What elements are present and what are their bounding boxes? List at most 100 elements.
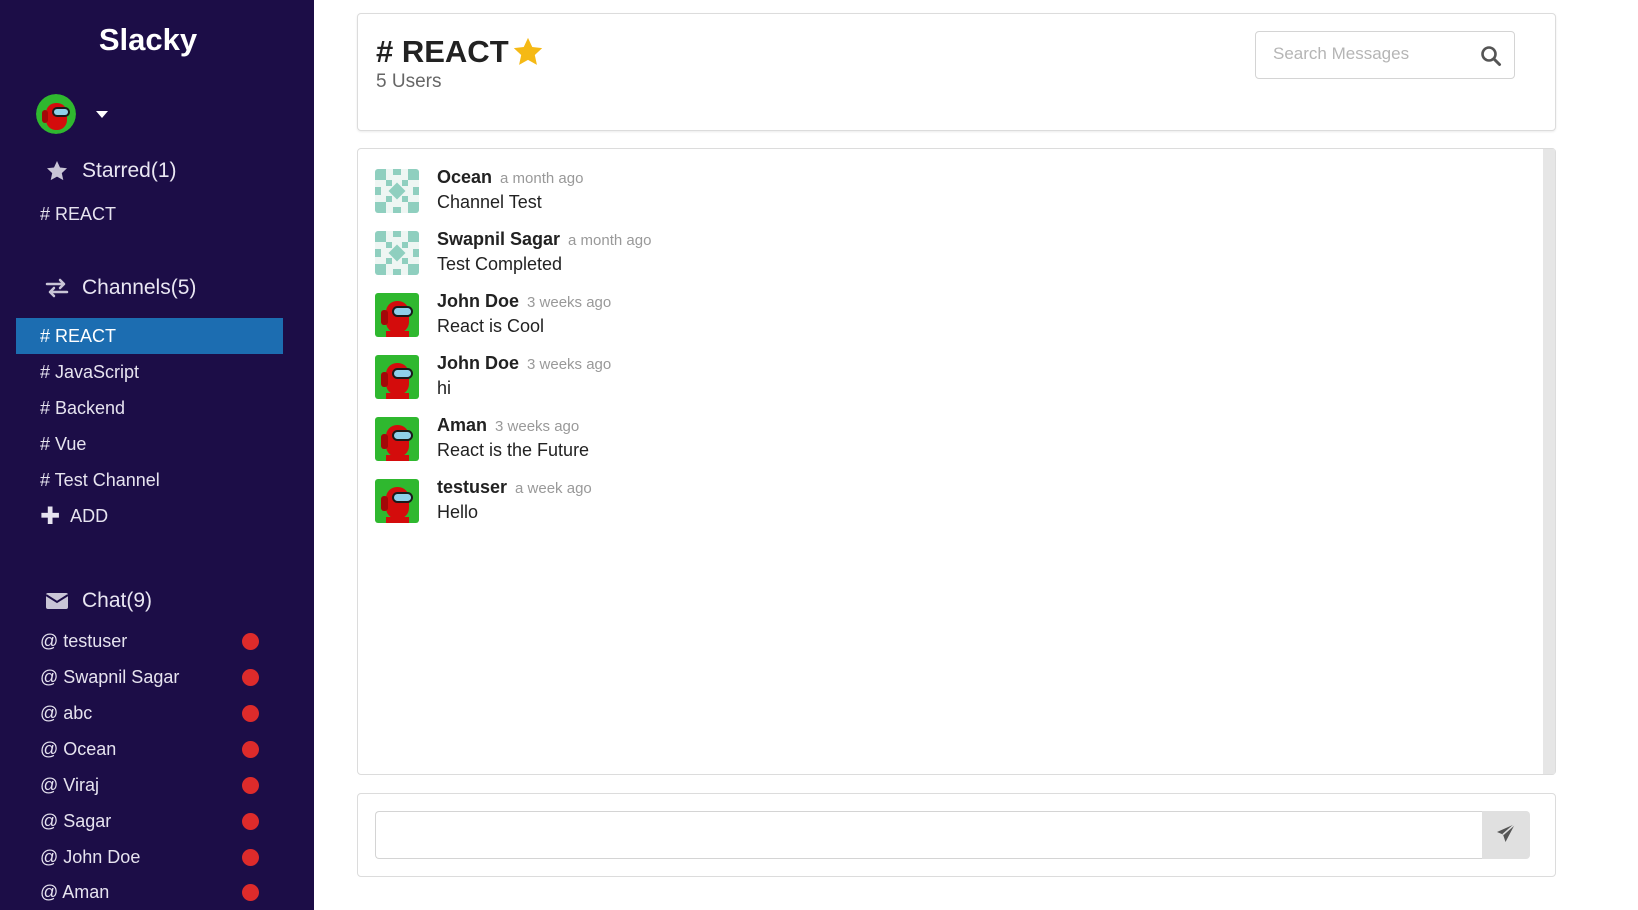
chat-item-swapnil-sagar[interactable]: @ Swapnil Sagar — [16, 659, 283, 695]
message-time: 3 weeks ago — [527, 294, 612, 311]
message-item: testuser a week ago Hello — [375, 477, 592, 523]
starred-label: Starred(1) — [82, 159, 177, 182]
envelope-icon — [44, 589, 70, 613]
search-input[interactable] — [1273, 44, 1473, 64]
message-meta: testuser a week ago — [437, 477, 592, 498]
message-text: Hello — [437, 502, 479, 522]
message-author: Aman — [437, 415, 488, 435]
chat-item-sagar[interactable]: @ Sagar — [16, 803, 283, 839]
identicon-avatar — [375, 169, 419, 213]
channel-item-test-channel[interactable]: # Test Channel — [16, 462, 283, 498]
chat-label: Chat(9) — [82, 589, 153, 612]
channels-header: Channels(5) — [44, 276, 196, 300]
messages-scrollbar[interactable] — [1543, 149, 1555, 774]
add-channel-button[interactable]: ✚ ADD — [40, 498, 108, 534]
search-icon[interactable] — [1480, 45, 1502, 67]
message-time: a week ago — [515, 480, 592, 497]
message-meta: John Doe 3 weeks ago — [437, 291, 611, 312]
message-item: John Doe 3 weeks ago hi — [375, 353, 611, 399]
message-body: Swapnil Sagar a month ago Test Completed — [437, 229, 651, 275]
message-meta: Aman 3 weeks ago — [437, 415, 589, 436]
unread-dot — [242, 777, 259, 794]
user-avatar[interactable] — [36, 94, 76, 134]
add-channel-label: ADD — [70, 505, 109, 526]
message-item: Ocean a month ago Channel Test — [375, 167, 583, 213]
user-count: 5 Users — [376, 71, 442, 92]
unread-dot — [242, 741, 259, 758]
crewmate-avatar — [375, 355, 419, 399]
user-menu[interactable] — [36, 94, 108, 134]
message-text: Test Completed — [437, 254, 563, 274]
chat-item-label: @ abc — [40, 703, 93, 723]
message-text: hi — [437, 378, 452, 398]
chat-item-label: @ testuser — [40, 631, 128, 651]
message-item: John Doe 3 weeks ago React is Cool — [375, 291, 611, 337]
app-brand: Slacky — [98, 22, 198, 57]
message-meta: Ocean a month ago — [437, 167, 583, 188]
message-time: a month ago — [568, 232, 652, 249]
chat-item-viraj[interactable]: @ Viraj — [16, 767, 283, 803]
message-time: 3 weeks ago — [527, 356, 612, 373]
crewmate-avatar — [375, 479, 419, 523]
messages-panel[interactable]: Ocean a month ago Channel Test Swapnil S… — [357, 148, 1556, 775]
message-time: a month ago — [500, 170, 584, 187]
chat-item-label: @ John Doe — [40, 847, 141, 867]
send-icon — [1496, 822, 1516, 848]
unread-dot — [242, 633, 259, 650]
chat-item-testuser[interactable]: @ testuser — [16, 623, 283, 659]
unread-dot — [242, 849, 259, 866]
channel-header: # REACT 5 Users — [357, 13, 1556, 131]
message-author: Ocean — [437, 167, 493, 187]
unread-dot — [242, 705, 259, 722]
message-input[interactable] — [375, 811, 1483, 859]
star-toggle-icon[interactable] — [511, 35, 545, 69]
chat-item-label: @ Ocean — [40, 739, 117, 759]
message-item: Aman 3 weeks ago React is the Future — [375, 415, 589, 461]
chat-item-abc[interactable]: @ abc — [16, 695, 283, 731]
plus-icon: ✚ — [40, 502, 61, 530]
message-text: React is Cool — [437, 316, 545, 336]
message-author: Swapnil Sagar — [437, 229, 561, 249]
message-body: testuser a week ago Hello — [437, 477, 592, 523]
message-body: John Doe 3 weeks ago React is Cool — [437, 291, 611, 337]
unread-dot — [242, 884, 259, 901]
channel-item-backend[interactable]: # Backend — [16, 390, 283, 426]
app: Slacky Starred(1) # REACT Channels(5) # … — [0, 0, 1638, 910]
chat-item-label: @ Aman — [40, 882, 110, 902]
chat-item-john-doe[interactable]: @ John Doe — [16, 839, 283, 875]
starred-header: Starred(1) — [44, 159, 177, 183]
crewmate-avatar — [375, 417, 419, 461]
message-meta: John Doe 3 weeks ago — [437, 353, 611, 374]
message-author: testuser — [437, 477, 508, 497]
message-text: React is the Future — [437, 440, 590, 460]
channel-item-vue[interactable]: # Vue — [16, 426, 283, 462]
channel-title: # REACT — [376, 34, 509, 69]
chat-item-aman[interactable]: @ Aman — [16, 874, 283, 910]
message-text: Channel Test — [437, 192, 542, 212]
unread-dot — [242, 813, 259, 830]
message-meta: Swapnil Sagar a month ago — [437, 229, 651, 250]
chevron-down-icon[interactable] — [96, 110, 108, 118]
message-author: John Doe — [437, 291, 520, 311]
message-body: Aman 3 weeks ago React is the Future — [437, 415, 589, 461]
channel-item-react[interactable]: # REACT — [16, 318, 283, 354]
unread-dot — [242, 669, 259, 686]
search-box[interactable] — [1255, 31, 1515, 79]
identicon-avatar — [375, 231, 419, 275]
exchange-icon — [44, 276, 70, 300]
chat-item-label: @ Viraj — [40, 775, 99, 795]
chat-item-label: @ Sagar — [40, 811, 112, 831]
message-time: 3 weeks ago — [495, 418, 580, 435]
crewmate-avatar — [375, 293, 419, 337]
message-item: Swapnil Sagar a month ago Test Completed — [375, 229, 651, 275]
message-author: John Doe — [437, 353, 520, 373]
channels-label: Channels(5) — [82, 276, 197, 299]
channel-item-javascript[interactable]: # JavaScript — [16, 354, 283, 390]
chat-item-label: @ Swapnil Sagar — [40, 667, 180, 687]
message-body: John Doe 3 weeks ago hi — [437, 353, 611, 399]
chat-item-ocean[interactable]: @ Ocean — [16, 731, 283, 767]
send-button[interactable] — [1482, 811, 1530, 859]
starred-item-react[interactable]: # REACT — [16, 196, 283, 232]
message-body: Ocean a month ago Channel Test — [437, 167, 583, 213]
chat-header: Chat(9) — [44, 589, 152, 613]
